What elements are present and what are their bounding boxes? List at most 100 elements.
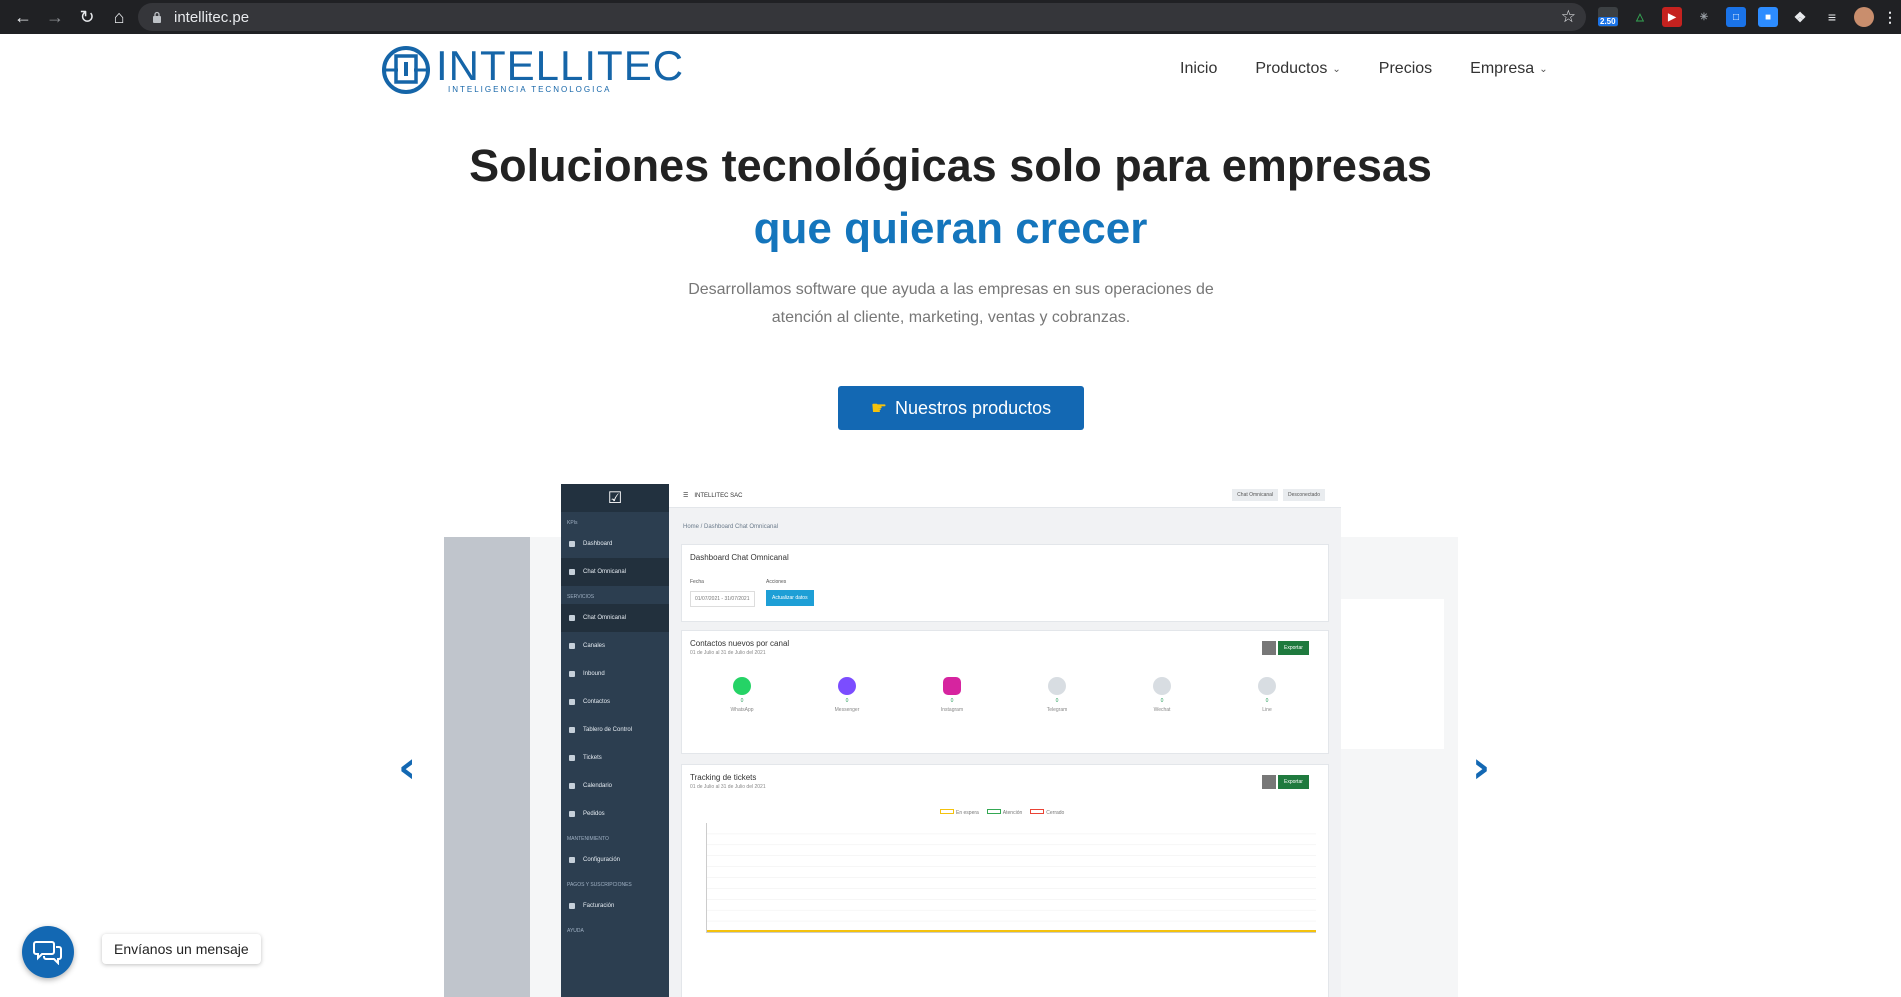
channel-value: 0 xyxy=(1160,698,1164,704)
ticket-icon xyxy=(569,755,575,761)
nav-item-productos[interactable]: Productos ⌄ xyxy=(1255,60,1340,78)
product-carousel: ☑ KPIs Dashboard Chat Omnicanal SERVICIO… xyxy=(444,484,1458,997)
products-cta-button[interactable]: ☛ Nuestros productos xyxy=(838,386,1084,430)
extensions-puzzle-icon[interactable]: ❖ xyxy=(1790,7,1810,27)
url-text: intellitec.pe xyxy=(174,8,250,26)
card-dashboard-filter: Dashboard Chat Omnicanal Fecha Acciones … xyxy=(681,544,1329,622)
legend-item-closed: Cerrado xyxy=(1030,809,1064,816)
hero-title: Soluciones tecnológicas solo para empres… xyxy=(469,140,1432,191)
dashboard-logo-icon: ☑ xyxy=(561,484,669,512)
gear-icon xyxy=(569,857,575,863)
channel-name: Messenger xyxy=(834,707,860,713)
channel-value: 0 xyxy=(1265,698,1269,704)
sidebar-item-tickets: Tickets xyxy=(561,744,669,772)
channel-value: 0 xyxy=(950,698,954,704)
dashboard-sidebar: ☑ KPIs Dashboard Chat Omnicanal SERVICIO… xyxy=(561,484,669,997)
channel-messenger: 0 Messenger xyxy=(817,677,877,713)
update-data-button: Actualizar datos xyxy=(766,590,814,606)
instagram-icon xyxy=(943,677,961,695)
site-logo[interactable]: INTELLITEC INTELIGENCIA TECNOLOGICA xyxy=(380,44,684,96)
orders-icon xyxy=(569,811,575,817)
nav-item-inicio[interactable]: Inicio xyxy=(1180,60,1217,78)
logo-mark-icon xyxy=(382,46,430,94)
wechat-icon xyxy=(1153,677,1171,695)
nav-item-precios[interactable]: Precios xyxy=(1379,60,1432,78)
carousel-prev-arrow[interactable]: ‹ xyxy=(398,746,416,790)
sidebar-item-configuracion: Configuración xyxy=(561,846,669,874)
extension-badge: 2.50 xyxy=(1598,17,1618,26)
ticket-tracking-chart xyxy=(706,823,1316,933)
sidebar-item-label: Chat Omnicanal xyxy=(583,615,627,621)
chat-prompt-label[interactable]: Envíanos un mensaje xyxy=(102,934,261,964)
channel-value: 0 xyxy=(740,698,744,704)
status-pill: Desconectado xyxy=(1283,489,1325,501)
chevron-down-icon: ⌄ xyxy=(1332,63,1341,75)
sidebar-item-pedidos: Pedidos xyxy=(561,800,669,828)
forward-icon[interactable]: → xyxy=(42,4,68,30)
calendar-icon xyxy=(569,783,575,789)
sidebar-item-label: Configuración xyxy=(583,857,621,863)
legend-label: En espera xyxy=(956,810,979,816)
reload-icon[interactable]: ↻ xyxy=(74,4,100,30)
hero-subtitle: Desarrollamos software que ayuda a las e… xyxy=(650,276,1252,332)
extension-icon-3[interactable]: ▶ xyxy=(1662,7,1682,27)
legend-item-waiting: En espera xyxy=(940,809,979,816)
acciones-label: Acciones xyxy=(766,579,787,585)
browser-toolbar: ← → ↻ ⌂ intellitec.pe ☆ 2.50 △ ▶ ✳ □ ■ ❖… xyxy=(0,0,1901,34)
home-icon[interactable]: ⌂ xyxy=(106,4,132,30)
dashboard-breadcrumb: Home / Dashboard Chat Omnicanal xyxy=(683,524,779,530)
hero-subtitle-line1: Desarrollamos software que ayuda a las e… xyxy=(688,281,1214,298)
card-ticket-tracking: Tracking de tickets 01 de Julio al 31 de… xyxy=(681,764,1329,997)
topbar-controls: Chat Omnicanal Desconectado xyxy=(1232,489,1325,501)
sidebar-item-tablero: Tablero de Control xyxy=(561,716,669,744)
brand-name: INTELLITEC xyxy=(436,41,685,89)
channel-name: WhatsApp xyxy=(730,707,754,713)
channel-instagram: 0 Instagram xyxy=(922,677,982,713)
address-bar[interactable]: intellitec.pe ☆ xyxy=(138,3,1586,31)
telegram-icon xyxy=(1048,677,1066,695)
extension-icon-4[interactable]: ✳ xyxy=(1694,7,1714,27)
channel-line: 0 Line xyxy=(1237,677,1297,713)
menu-dots-icon[interactable]: ⋮ xyxy=(1880,7,1900,27)
sidebar-section: PAGOS Y SUSCRIPCIONES xyxy=(567,882,632,888)
legend-item-attention: Atención xyxy=(986,809,1023,816)
extension-icon-2[interactable]: △ xyxy=(1630,7,1650,27)
chat-launcher-button[interactable] xyxy=(22,926,74,978)
export-button: Exportar xyxy=(1278,641,1309,655)
reading-list-icon[interactable]: ≡ xyxy=(1822,7,1842,27)
channels-icon xyxy=(569,643,575,649)
fecha-label: Fecha xyxy=(690,579,704,585)
sidebar-item-label: Tablero de Control xyxy=(583,727,633,733)
channel-value: 0 xyxy=(1055,698,1059,704)
sidebar-item-label: Facturación xyxy=(583,903,615,909)
card-new-contacts: Contactos nuevos por canal 01 de Julio a… xyxy=(681,630,1329,754)
sidebar-item-label: Inbound xyxy=(583,671,605,677)
pointing-hand-icon: ☛ xyxy=(870,397,888,418)
bookmark-star-icon[interactable]: ☆ xyxy=(1561,7,1576,27)
channel-value: 0 xyxy=(845,698,849,704)
zoom-extension-icon[interactable]: ■ xyxy=(1758,7,1778,27)
carousel-active-slide[interactable]: ☑ KPIs Dashboard Chat Omnicanal SERVICIO… xyxy=(561,484,1341,997)
sidebar-item-label: Tickets xyxy=(583,755,602,761)
nav-item-label: Productos xyxy=(1255,60,1328,77)
whatsapp-icon xyxy=(733,677,751,695)
dashboard-icon xyxy=(569,541,575,547)
nav-item-label: Empresa xyxy=(1470,60,1535,77)
nav-item-empresa[interactable]: Empresa ⌄ xyxy=(1470,60,1547,78)
profile-avatar[interactable] xyxy=(1854,7,1874,27)
messenger-icon xyxy=(838,677,856,695)
nav-item-label: Precios xyxy=(1378,60,1433,77)
phone-icon xyxy=(569,671,575,677)
sidebar-section: SERVICIOS xyxy=(567,594,595,600)
carousel-next-arrow[interactable]: › xyxy=(1472,746,1490,790)
channel-whatsapp: 0 WhatsApp xyxy=(712,677,772,713)
legend-label: Cerrado xyxy=(1046,810,1065,816)
company-name: INTELLITEC SAC xyxy=(694,492,743,499)
legend-label: Atención xyxy=(1002,810,1023,816)
extension-icon-5[interactable]: □ xyxy=(1726,7,1746,27)
card-subtitle: 01 de Julio al 31 de Julio del 2021 xyxy=(690,650,766,656)
back-icon[interactable]: ← xyxy=(10,4,36,30)
hero-subtitle-line2: atención al cliente, marketing, ventas y… xyxy=(771,309,1131,326)
sidebar-item-label: Calendario xyxy=(583,783,613,789)
card-title: Dashboard Chat Omnicanal xyxy=(690,553,789,562)
